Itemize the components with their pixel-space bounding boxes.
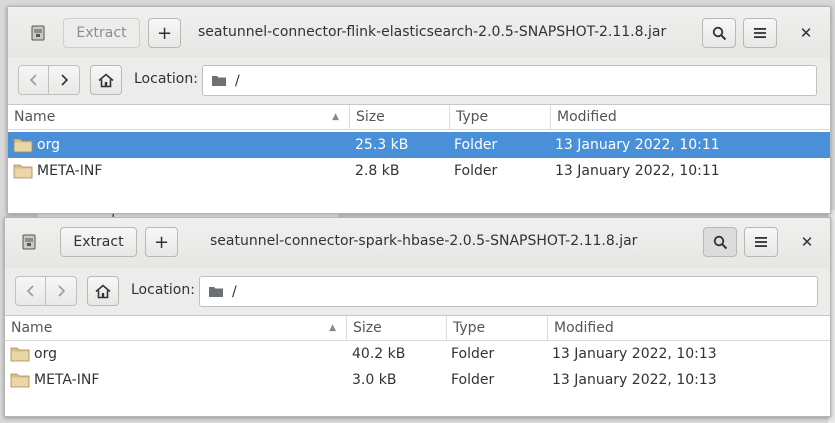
row-modified: 13 January 2022, 10:13 (552, 346, 717, 362)
column-name-label: Name (11, 320, 53, 336)
column-name[interactable]: Name ▲ (5, 316, 346, 340)
extract-button[interactable]: Extract (63, 18, 140, 48)
table-row[interactable]: org 25.3 kB Folder 13 January 2022, 10:1… (8, 132, 830, 158)
close-button[interactable]: ✕ (794, 21, 818, 45)
folder-icon (209, 287, 223, 297)
chevron-right-icon (58, 285, 66, 297)
archive-manager-menu-button[interactable] (12, 227, 46, 257)
location-bar: Location: / (8, 57, 830, 105)
home-button[interactable] (87, 276, 119, 306)
menu-button[interactable] (744, 227, 778, 257)
header-bar: Extract + seatunnel-connector-flink-elas… (8, 7, 830, 58)
column-size[interactable]: Size (349, 105, 449, 129)
row-size: 2.8 kB (355, 163, 400, 179)
chevron-right-icon (61, 74, 69, 86)
back-button[interactable] (18, 65, 49, 95)
home-icon (98, 72, 114, 87)
row-modified: 13 January 2022, 10:11 (555, 163, 720, 179)
row-modified: 13 January 2022, 10:11 (555, 137, 720, 153)
row-size: 40.2 kB (352, 346, 406, 362)
row-size: 3.0 kB (352, 372, 397, 388)
row-type: Folder (451, 372, 495, 388)
column-header: Name ▲ Size Type Modified (5, 316, 830, 341)
location-path: / (235, 72, 240, 89)
hamburger-icon (755, 237, 767, 247)
column-type[interactable]: Type (446, 316, 547, 340)
column-header: Name ▲ Size Type Modified (8, 105, 830, 130)
column-modified[interactable]: Modified (547, 316, 830, 340)
folder-icon (13, 138, 33, 153)
location-field[interactable]: / (199, 276, 818, 307)
row-name: org (37, 137, 60, 153)
back-button[interactable] (15, 276, 46, 306)
search-icon (712, 26, 726, 40)
search-button[interactable] (702, 18, 736, 48)
archive-icon (31, 25, 45, 41)
hamburger-icon (754, 28, 766, 38)
archive-manager-menu-button[interactable] (21, 18, 55, 48)
folder-icon (13, 164, 33, 179)
column-name-label: Name (14, 109, 56, 125)
close-icon: ✕ (800, 233, 814, 251)
window-title: seatunnel-connector-flink-elasticsearch-… (198, 24, 667, 40)
table-row[interactable]: org 40.2 kB Folder 13 January 2022, 10:1… (5, 341, 830, 367)
header-bar: Extract + seatunnel-connector-spark-hbas… (5, 218, 830, 269)
search-icon (713, 235, 727, 249)
forward-button[interactable] (49, 65, 80, 95)
location-bar: Location: / (5, 268, 830, 316)
home-icon (95, 283, 111, 298)
location-path: / (232, 283, 237, 300)
search-button[interactable] (703, 227, 737, 257)
archive-icon (22, 234, 36, 250)
archive-window-elasticsearch: Extract + seatunnel-connector-flink-elas… (7, 6, 831, 214)
menu-button[interactable] (743, 18, 777, 48)
row-size: 25.3 kB (355, 137, 409, 153)
chevron-left-icon (26, 285, 34, 297)
row-type: Folder (454, 137, 498, 153)
folder-icon (212, 76, 226, 86)
close-icon: ✕ (799, 24, 813, 42)
column-modified[interactable]: Modified (550, 105, 830, 129)
table-row[interactable]: META-INF 2.8 kB Folder 13 January 2022, … (8, 158, 830, 184)
row-modified: 13 January 2022, 10:13 (552, 372, 717, 388)
sort-up-icon: ▲ (332, 112, 339, 122)
row-name: META-INF (37, 163, 103, 179)
chevron-left-icon (29, 74, 37, 86)
sort-up-icon: ▲ (329, 323, 336, 333)
add-files-button[interactable]: + (145, 227, 178, 257)
window-title: seatunnel-connector-spark-hbase-2.0.5-SN… (210, 233, 638, 249)
folder-icon (10, 373, 30, 388)
history-nav (15, 276, 77, 306)
row-type: Folder (451, 346, 495, 362)
table-row[interactable]: META-INF 3.0 kB Folder 13 January 2022, … (5, 367, 830, 393)
folder-icon (10, 347, 30, 362)
extract-button[interactable]: Extract (60, 227, 137, 257)
add-files-button[interactable]: + (148, 18, 181, 48)
row-type: Folder (454, 163, 498, 179)
forward-button[interactable] (46, 276, 77, 306)
column-type[interactable]: Type (449, 105, 550, 129)
archive-window-hbase: Extract + seatunnel-connector-spark-hbas… (4, 217, 831, 417)
row-name: META-INF (34, 372, 100, 388)
close-button[interactable]: ✕ (795, 230, 819, 254)
location-label: Location: (131, 282, 195, 298)
column-name[interactable]: Name ▲ (8, 105, 349, 129)
location-label: Location: (134, 71, 198, 87)
row-name: org (34, 346, 57, 362)
home-button[interactable] (90, 65, 122, 95)
column-size[interactable]: Size (346, 316, 446, 340)
location-field[interactable]: / (202, 65, 817, 96)
history-nav (18, 65, 80, 95)
